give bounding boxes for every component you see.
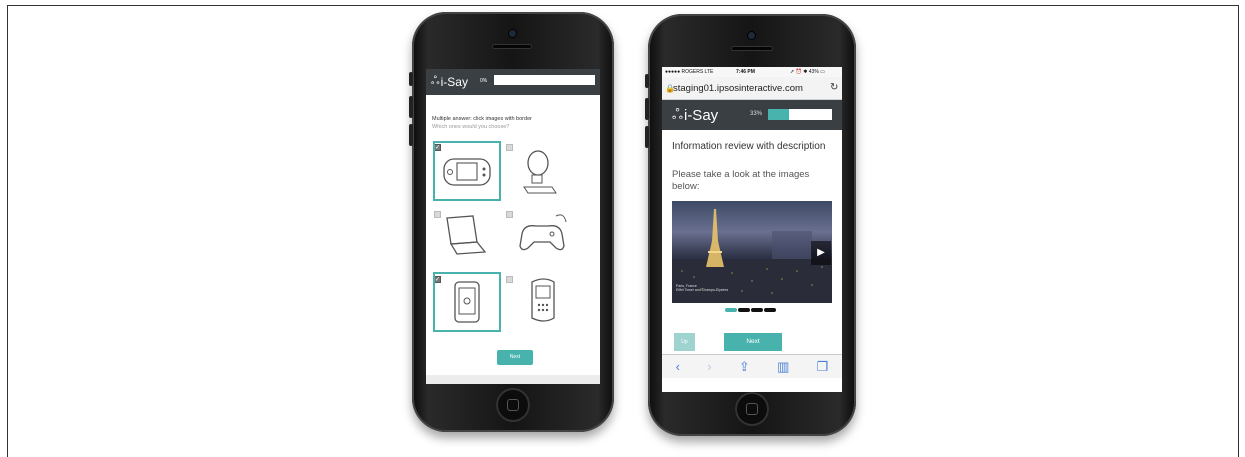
share-icon[interactable]: ⇪: [739, 359, 750, 375]
option-laptop[interactable]: [433, 208, 501, 268]
clock: 7:46 PM: [736, 69, 755, 75]
progress-bar: [494, 75, 595, 85]
isay-logo: ஃ i-Say: [431, 75, 468, 89]
carousel-pagination[interactable]: [725, 308, 776, 312]
tabs-icon[interactable]: ❐: [817, 359, 829, 375]
page-title: Information review with description: [672, 141, 826, 152]
mute-switch: [409, 72, 413, 86]
isay-logo-icon: ஃ: [672, 106, 683, 122]
option-gamepad[interactable]: [512, 208, 580, 268]
carousel-dot[interactable]: [764, 308, 776, 312]
progress-bar: [768, 109, 832, 120]
carousel-next-icon[interactable]: ▶: [811, 241, 831, 265]
phone-right: ●●●●● ROGERS LTE 7:46 PM ➚ ⏰ ✱ 43% ▭ 🔒 s…: [645, 14, 856, 436]
tablet-icon: [454, 281, 480, 323]
browser-address-bar[interactable]: 🔒 staging01.ipsosinteractive.com ↻: [662, 77, 842, 100]
question-text: Multiple answer: click images with borde…: [432, 116, 532, 122]
carousel-image[interactable]: Paris, France Eiffel Tower and Champs-El…: [672, 201, 832, 303]
front-camera: [748, 32, 755, 39]
carrier-label: ●●●●● ROGERS LTE: [665, 69, 714, 75]
carousel-dot[interactable]: [725, 308, 737, 312]
page-description: Please take a look at the images below:: [672, 169, 810, 192]
reload-icon[interactable]: ↻: [830, 82, 838, 93]
survey-header: ஃ i-Say 0%: [426, 69, 600, 95]
laptop-icon: [446, 215, 487, 255]
option-mobile-phone[interactable]: [512, 272, 580, 332]
carousel-dot[interactable]: [738, 308, 750, 312]
desktop-computer-icon: [523, 150, 557, 194]
gamepad-icon: [519, 214, 567, 251]
progress-label: 33%: [750, 111, 763, 117]
option-handheld-console[interactable]: [433, 141, 501, 201]
forward-icon[interactable]: ›: [707, 359, 711, 374]
option-desktop-computer[interactable]: [512, 141, 580, 201]
page-footer: [426, 375, 600, 384]
isay-logo: ஃ i-Say: [672, 106, 719, 124]
phone-left: ஃ i-Say 0% Multiple answer: click images …: [409, 12, 614, 432]
up-button[interactable]: Up: [674, 333, 695, 351]
ios-status-bar: ●●●●● ROGERS LTE 7:46 PM ➚ ⏰ ✱ 43% ▭: [662, 67, 842, 77]
volume-down-button: [409, 124, 413, 146]
status-icons: ➚ ⏰ ✱ 43% ▭: [790, 69, 825, 75]
phone-left-screen: ஃ i-Say 0% Multiple answer: click images …: [426, 69, 600, 384]
front-camera: [509, 30, 516, 37]
image-caption: Paris, France Eiffel Tower and Champs-El…: [676, 284, 729, 292]
progress-label: 0%: [480, 78, 488, 84]
isay-logo-icon: ஃ: [431, 75, 440, 87]
next-button[interactable]: Next: [497, 350, 533, 365]
bookmarks-icon[interactable]: ▥: [777, 359, 789, 375]
home-button[interactable]: [496, 388, 530, 422]
progress-bar-fill: [768, 109, 790, 120]
phone-right-screen: ●●●●● ROGERS LTE 7:46 PM ➚ ⏰ ✱ 43% ▭ 🔒 s…: [662, 67, 842, 392]
volume-down-button: [645, 126, 649, 148]
mobile-phone-icon: [531, 278, 555, 322]
option-tablet[interactable]: [433, 272, 501, 332]
next-button[interactable]: Next: [724, 333, 782, 351]
handheld-console-icon: [443, 158, 491, 186]
volume-up-button: [409, 96, 413, 118]
earpiece-speaker: [492, 44, 532, 49]
safari-toolbar: ‹ › ⇪ ▥ ❐: [662, 354, 842, 378]
url-text[interactable]: staging01.ipsosinteractive.com: [673, 83, 803, 94]
back-icon[interactable]: ‹: [676, 359, 680, 374]
screenshot-frame: [7, 5, 1239, 457]
home-button[interactable]: [735, 392, 769, 426]
volume-up-button: [645, 98, 649, 120]
mute-switch: [645, 74, 649, 88]
survey-header: ஃ i-Say 33%: [662, 100, 842, 130]
carousel-dot[interactable]: [751, 308, 763, 312]
question-subtitle: Which ones would you choose?: [432, 124, 510, 130]
earpiece-speaker: [731, 46, 773, 51]
